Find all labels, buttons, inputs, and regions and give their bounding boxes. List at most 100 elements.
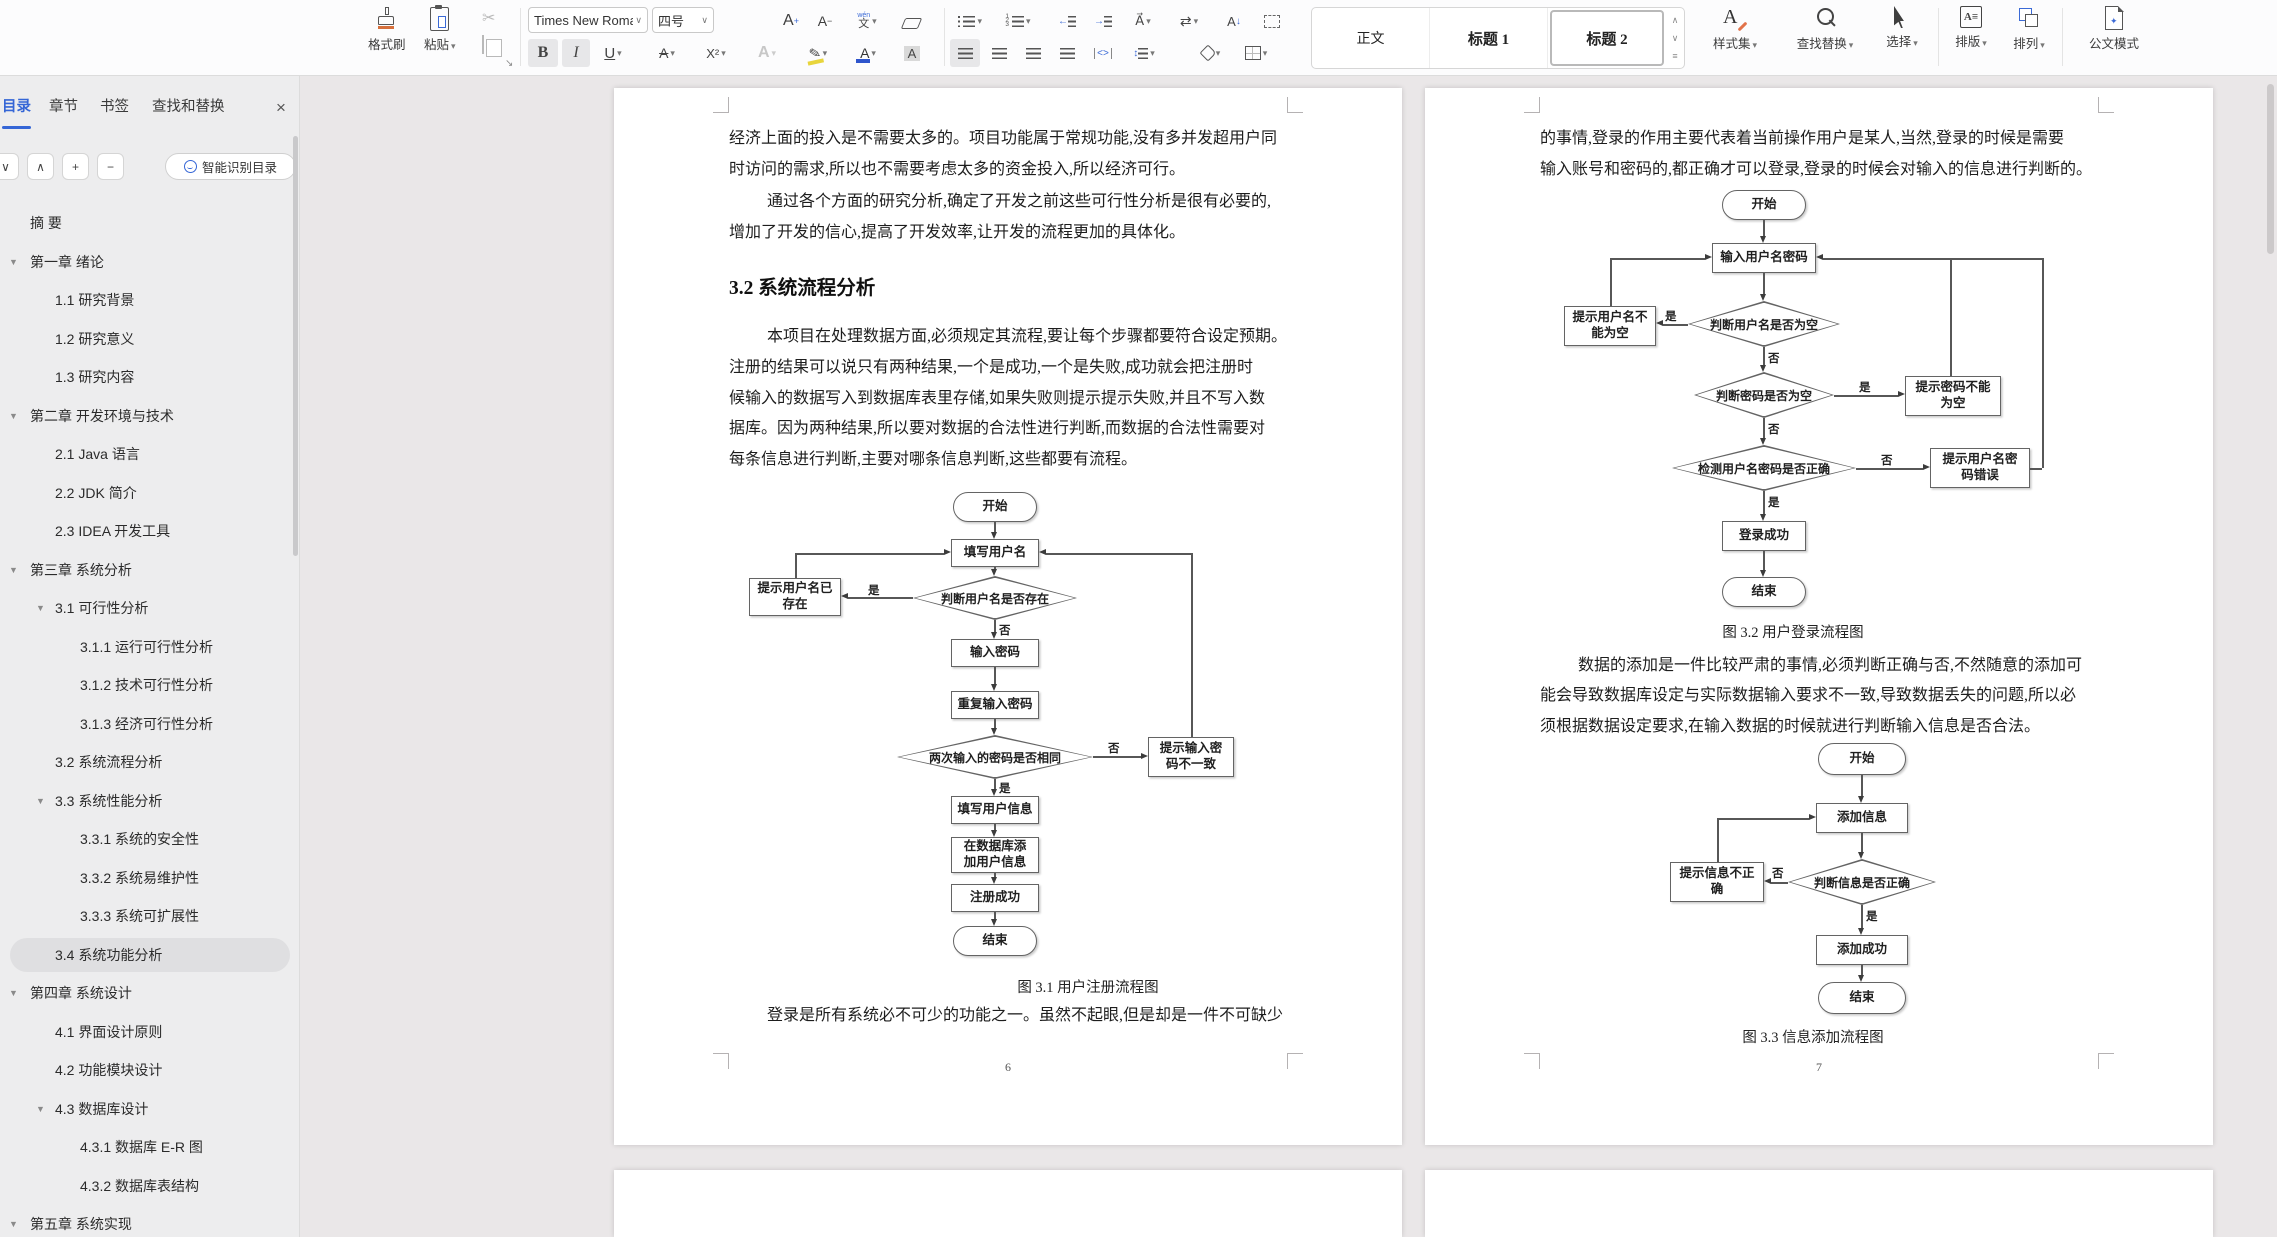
clear-format-button[interactable] [896, 9, 926, 37]
toc-zoom-out-button[interactable]: − [97, 153, 124, 180]
cut-button[interactable]: ✂ [482, 8, 495, 28]
collapse-triangle-icon[interactable]: ▼ [9, 1219, 18, 1229]
align-center-button[interactable] [984, 39, 1014, 67]
collapse-triangle-icon[interactable]: ▼ [36, 1104, 45, 1114]
document-page-7[interactable]: 的事情,登录的作用主要代表着当前操作用户是某人,当然,登录的时候是需要 输入账号… [1425, 88, 2213, 1145]
tab-bookmarks[interactable]: 书签 [100, 95, 129, 123]
document-page-6[interactable]: 经济上面的投入是不需要太多的。项目功能属于常规功能,没有多并发超用户同 时访问的… [614, 88, 1402, 1145]
font-color-button[interactable]: A ▾ [848, 39, 888, 67]
font-size-select[interactable]: 四号 ∨ [652, 7, 714, 33]
toc-item[interactable]: 1.3 研究内容 [0, 358, 300, 397]
style-heading2-selected[interactable]: 标题 2 [1550, 10, 1664, 66]
justify-button[interactable] [1052, 39, 1082, 67]
toc-item[interactable]: ▼4.3 数据库设计 [0, 1090, 300, 1129]
collapse-triangle-icon[interactable]: ▼ [36, 603, 45, 613]
align-left-button[interactable] [950, 39, 980, 67]
toc-item[interactable]: 2.2 JDK 简介 [0, 474, 300, 513]
toc-item[interactable]: ▼第三章 系统分析 [0, 551, 300, 590]
collapse-triangle-icon[interactable]: ▼ [9, 988, 18, 998]
toc-item[interactable]: 2.3 IDEA 开发工具 [0, 512, 300, 551]
collapse-triangle-icon[interactable]: ▼ [9, 257, 18, 267]
official-doc-mode-button[interactable]: ✦ 公文模式 [2074, 6, 2154, 52]
decrease-font-button[interactable]: A− [810, 7, 840, 35]
arrange-button[interactable]: 排列▾ [2002, 6, 2056, 52]
text-effects-button[interactable]: A▾ [748, 39, 786, 67]
increase-indent-button[interactable]: → [1088, 7, 1118, 35]
numbered-list-button[interactable]: 123▾ [1000, 7, 1036, 35]
show-marks-button[interactable] [1256, 7, 1288, 35]
tab-find-replace[interactable]: 查找和替换 [152, 95, 225, 123]
shading-fill-button[interactable]: ▾ [1192, 39, 1230, 67]
bold-button[interactable]: B [528, 39, 558, 67]
collapse-triangle-icon[interactable]: ▼ [36, 796, 45, 806]
document-canvas[interactable]: 经济上面的投入是不需要太多的。项目功能属于常规功能,没有多并发超用户同 时访问的… [301, 76, 2277, 1237]
toc-item[interactable]: 3.2 系统流程分析 [0, 743, 300, 782]
swap-button[interactable]: ⇄▾ [1170, 7, 1208, 35]
toc-item[interactable]: 3.3.1 系统的安全性 [0, 820, 300, 859]
toc-item[interactable]: 3.1.1 运行可行性分析 [0, 628, 300, 667]
toc-item[interactable]: 1.2 研究意义 [0, 320, 300, 359]
bullet-list-button[interactable]: ▾ [952, 7, 988, 35]
highlight-color-button[interactable]: ✎ ▾ [798, 39, 838, 67]
clipboard-dialog-launcher[interactable]: ↘ [505, 58, 513, 69]
close-sidebar-icon[interactable]: × [276, 98, 286, 118]
toc-item[interactable]: 4.2 功能模块设计 [0, 1051, 300, 1090]
tab-chapters[interactable]: 章节 [49, 95, 78, 123]
toc-item[interactable]: 3.1.3 经济可行性分析 [0, 705, 300, 744]
toc-item[interactable]: 摘 要 [0, 204, 300, 243]
smart-toc-button[interactable]: 智能识别目录 [165, 153, 296, 180]
toc-item[interactable]: 3.3.2 系统易维护性 [0, 859, 300, 898]
typeset-button[interactable]: A≡ 排版▾ [1944, 6, 1998, 50]
gallery-expand-icon[interactable]: ≡ [1672, 51, 1677, 61]
gallery-scroll[interactable]: ∧ ∨ ≡ [1666, 8, 1684, 68]
toc-item[interactable]: ▼3.1 可行性分析 [0, 589, 300, 628]
copy-button[interactable] [482, 36, 484, 54]
toc-item[interactable]: ▼第二章 开发环境与技术 [0, 397, 300, 436]
toc-item[interactable]: 4.1 界面设计原则 [0, 1013, 300, 1052]
toc-item[interactable]: 1.1 研究背景 [0, 281, 300, 320]
toc-expand-button[interactable]: ∧ [27, 153, 54, 180]
style-normal[interactable]: 正文 [1312, 8, 1430, 68]
distribute-button[interactable]: <> [1086, 39, 1120, 67]
select-button[interactable]: 选择▾ [1874, 6, 1930, 50]
borders-button[interactable]: ▾ [1236, 39, 1276, 67]
text-direction-button[interactable]: A⃗▾ [1124, 7, 1162, 35]
find-replace-button[interactable]: 查找替换▾ [1780, 6, 1870, 52]
font-family-select[interactable]: Times New Roman ∨ [528, 7, 648, 33]
style-set-button[interactable]: A 样式集▾ [1702, 6, 1768, 52]
line-spacing-button[interactable]: ↕▾ [1124, 39, 1164, 67]
align-right-button[interactable] [1018, 39, 1048, 67]
increase-font-button[interactable]: A+ [776, 7, 806, 35]
document-scrollbar[interactable] [2267, 84, 2274, 254]
sidebar-scrollbar[interactable] [293, 136, 298, 556]
phonetic-guide-button[interactable]: wén文 ▾ [846, 7, 888, 35]
document-page-9[interactable] [1425, 1170, 2213, 1237]
decrease-indent-button[interactable]: ← [1052, 7, 1082, 35]
italic-button[interactable]: I [562, 39, 590, 67]
toc-item-selected[interactable]: 3.4 系统功能分析 [0, 936, 300, 975]
paste-button[interactable]: 粘贴▾ [424, 7, 456, 53]
format-painter-button[interactable]: 格式刷 [368, 7, 406, 53]
underline-button[interactable]: U▾ [594, 39, 632, 67]
toc-item[interactable]: 4.3.2 数据库表结构 [0, 1167, 300, 1206]
style-heading1[interactable]: 标题 1 [1430, 8, 1548, 68]
collapse-triangle-icon[interactable]: ▼ [9, 565, 18, 575]
toc-item[interactable]: 3.1.2 技术可行性分析 [0, 666, 300, 705]
document-page-8[interactable] [614, 1170, 1402, 1237]
toc-item[interactable]: ▼3.3 系统性能分析 [0, 782, 300, 821]
toc-item[interactable]: ▼第五章 系统实现 [0, 1205, 300, 1237]
character-shading-button[interactable]: A [898, 39, 926, 67]
toc-item[interactable]: 4.3.1 数据库 E-R 图 [0, 1128, 300, 1167]
collapse-triangle-icon[interactable]: ▼ [9, 411, 18, 421]
toc-item[interactable]: 2.1 Java 语言 [0, 435, 300, 474]
sort-button[interactable]: A↓ [1218, 7, 1250, 35]
toc-item[interactable]: 3.3.3 系统可扩展性 [0, 897, 300, 936]
toc-collapse-button[interactable]: ∨ [0, 153, 19, 180]
toc-item[interactable]: ▼第四章 系统设计 [0, 974, 300, 1013]
toc-item[interactable]: ▼第一章 绪论 [0, 243, 300, 282]
gallery-up-icon[interactable]: ∧ [1672, 15, 1679, 26]
strikethrough-button[interactable]: A▾ [648, 39, 686, 67]
toc-zoom-in-button[interactable]: + [62, 153, 89, 180]
gallery-down-icon[interactable]: ∨ [1672, 33, 1679, 44]
tab-toc[interactable]: 目录 [2, 95, 31, 123]
